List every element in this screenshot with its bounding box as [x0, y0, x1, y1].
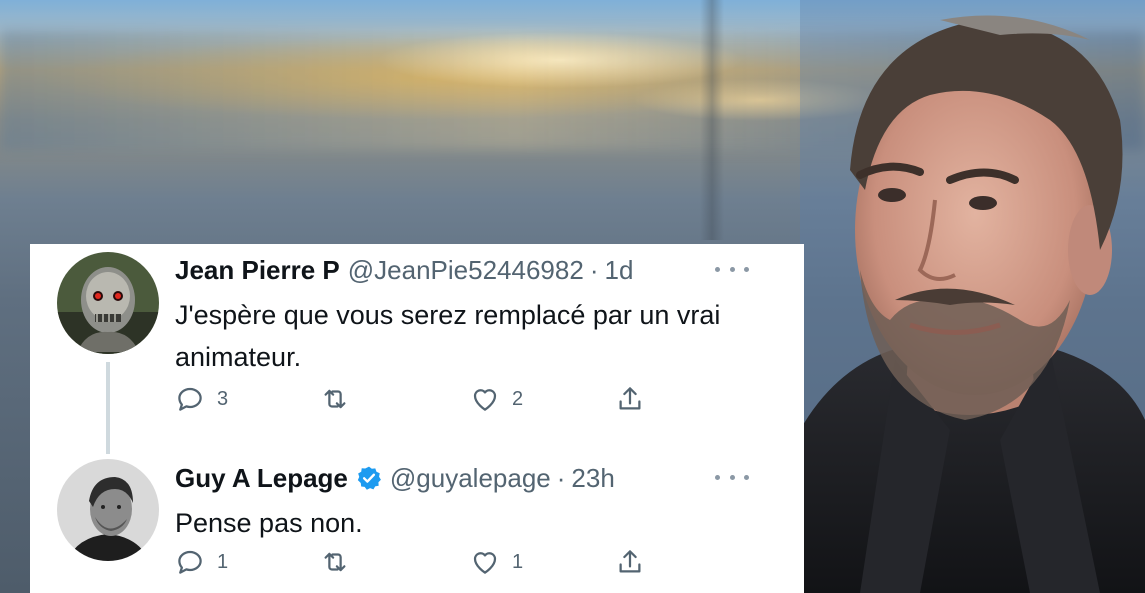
share-button[interactable]	[615, 382, 645, 416]
tweet-actions: 3 2	[175, 382, 695, 416]
studio-pillar	[700, 0, 724, 240]
like-icon	[473, 389, 497, 411]
retweet-button[interactable]	[320, 545, 350, 579]
presenter-photo	[800, 0, 1145, 593]
verified-icon	[357, 466, 381, 490]
tweet[interactable]: Guy A Lepage @guyalepage · 23h Pense pas…	[30, 450, 804, 593]
tweet-text: Pense pas non.	[175, 508, 363, 538]
thread-connector-line	[106, 362, 110, 454]
share-button[interactable]	[615, 545, 645, 579]
tweet-thread-card: Jean Pierre P @JeanPie52446982 · 1d J'es…	[30, 244, 804, 593]
author-name[interactable]: Guy A Lepage	[175, 463, 348, 494]
reply-count: 1	[217, 550, 229, 573]
tweet[interactable]: Jean Pierre P @JeanPie52446982 · 1d J'es…	[30, 244, 804, 454]
author-handle[interactable]: @guyalepage	[390, 463, 551, 494]
share-icon	[619, 387, 641, 410]
tweet-header: Jean Pierre P @JeanPie52446982 · 1d	[175, 254, 633, 286]
retweet-icon	[324, 552, 346, 572]
like-count: 2	[512, 387, 524, 410]
like-button[interactable]: 1	[470, 545, 523, 579]
author-name[interactable]: Jean Pierre P	[175, 255, 340, 286]
share-icon	[619, 550, 641, 573]
reply-count: 3	[217, 387, 229, 410]
reply-button[interactable]: 1	[175, 545, 228, 579]
retweet-icon	[324, 389, 346, 409]
like-icon	[473, 552, 497, 574]
separator-dot: ·	[556, 462, 566, 493]
tweet-text: J'espère que vous serez remplacé par un …	[175, 300, 721, 372]
reply-icon	[178, 387, 202, 411]
more-icon[interactable]	[715, 466, 749, 488]
tweet-header: Guy A Lepage @guyalepage · 23h	[175, 462, 615, 494]
tweet-actions: 1 1	[175, 545, 695, 579]
terminator-robot-avatar[interactable]	[57, 252, 159, 354]
more-icon[interactable]	[715, 258, 749, 280]
tweet-timestamp[interactable]: 1d	[604, 255, 633, 286]
like-count: 1	[512, 550, 524, 573]
guy-a-lepage-avatar[interactable]	[57, 459, 159, 561]
reply-icon	[178, 550, 202, 574]
separator-dot: ·	[589, 254, 599, 285]
author-handle[interactable]: @JeanPie52446982	[348, 255, 584, 286]
retweet-button[interactable]	[320, 382, 350, 416]
reply-button[interactable]: 3	[175, 382, 228, 416]
like-button[interactable]: 2	[470, 382, 523, 416]
tweet-timestamp[interactable]: 23h	[571, 463, 614, 494]
